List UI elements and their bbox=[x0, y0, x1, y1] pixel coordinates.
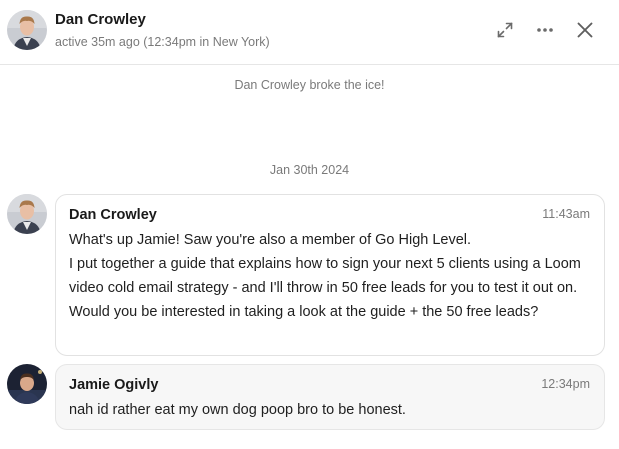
more-options-icon[interactable] bbox=[535, 20, 555, 40]
message-sender: Jamie Ogivly bbox=[69, 377, 159, 393]
message-line: nah id rather eat my own dog poop bro to… bbox=[69, 402, 406, 418]
message-bubble[interactable]: Jamie Ogivly 12:34pm nah id rather eat m… bbox=[55, 364, 605, 430]
contact-name: Dan Crowley bbox=[55, 11, 146, 28]
expand-icon[interactable] bbox=[495, 20, 515, 40]
sender-avatar[interactable] bbox=[7, 364, 47, 404]
message-sender: Dan Crowley bbox=[69, 207, 157, 223]
contact-status: active 35m ago (12:34pm in New York) bbox=[55, 35, 270, 49]
contact-avatar[interactable] bbox=[7, 10, 47, 50]
date-separator: Jan 30th 2024 bbox=[269, 163, 350, 177]
message-time: 12:34pm bbox=[541, 377, 590, 391]
message-body: nah id rather eat my own dog poop bro to… bbox=[69, 398, 591, 422]
conversation-header: Dan Crowley active 35m ago (12:34pm in N… bbox=[0, 0, 619, 65]
message-line: I put together a guide that explains how… bbox=[69, 256, 581, 296]
message-time: 11:43am bbox=[542, 207, 590, 221]
message-body: What's up Jamie! Saw you're also a membe… bbox=[69, 228, 591, 324]
system-message: Dan Crowley broke the ice! bbox=[234, 78, 385, 92]
message-bubble[interactable]: Dan Crowley 11:43am What's up Jamie! Saw… bbox=[55, 194, 605, 356]
close-icon[interactable] bbox=[575, 20, 595, 40]
message-line: Would you be interested in taking a look… bbox=[69, 304, 539, 320]
sender-avatar[interactable] bbox=[7, 194, 47, 234]
message-line: What's up Jamie! Saw you're also a membe… bbox=[69, 232, 472, 248]
